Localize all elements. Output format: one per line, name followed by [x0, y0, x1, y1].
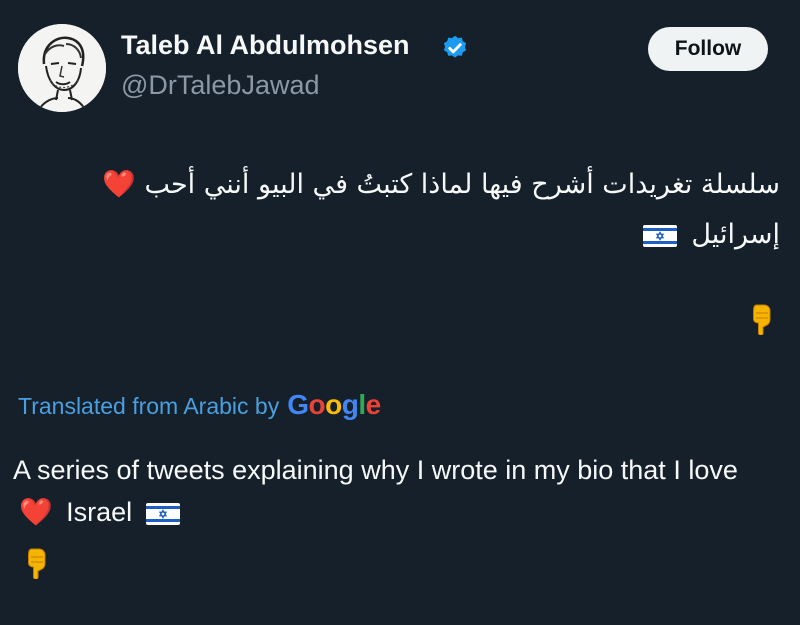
pointing-down-icon: [747, 303, 773, 335]
avatar-sketch-icon: [18, 24, 106, 112]
google-logo-letter: o: [308, 389, 326, 420]
verified-badge-icon: [443, 35, 467, 58]
translation-text-part2: Israel: [66, 497, 133, 527]
google-logo-letter: l: [358, 389, 366, 420]
pointing-down-icon-translation: [22, 547, 48, 579]
tweet-original-line: سلسلة تغريدات أشرح فيها لماذا كتبتُ في ا…: [144, 169, 780, 200]
translation-text-part1: A series of tweets explaining why I wrot…: [13, 455, 738, 485]
translation-prefix: Translated from Arabic by: [18, 393, 280, 419]
display-name[interactable]: Taleb Al Abdulmohsen: [121, 30, 410, 61]
israel-flag-icon: [642, 224, 677, 247]
tweet-translation: A series of tweets explaining why I wrot…: [13, 449, 783, 533]
google-logo-letter: g: [341, 389, 359, 420]
follow-button[interactable]: Follow: [648, 27, 768, 71]
google-logo-letter: e: [365, 389, 382, 420]
israel-flag-icon-translation: [145, 502, 180, 525]
user-handle[interactable]: @DrTalebJawad: [121, 70, 320, 101]
translation-attribution[interactable]: Translated from Arabic by Google: [18, 389, 381, 421]
heart-emoji: ❤️: [102, 169, 136, 200]
tweet-original-word: إسرائيل: [691, 219, 780, 250]
avatar[interactable]: [18, 24, 106, 112]
google-logo: Google: [287, 389, 382, 421]
google-logo-letter: G: [287, 389, 309, 420]
heart-emoji-translation: ❤️: [19, 497, 53, 527]
google-logo-letter: o: [325, 389, 342, 420]
tweet-original-text: سلسلة تغريدات أشرح فيها لماذا كتبتُ في ا…: [20, 160, 780, 260]
